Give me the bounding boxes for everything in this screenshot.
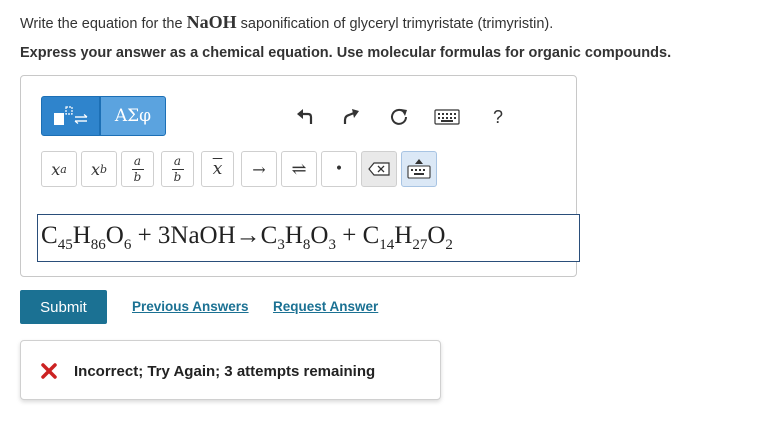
undo-icon[interactable]	[294, 106, 316, 128]
reset-icon[interactable]	[388, 106, 410, 128]
mixed-num: a	[173, 153, 182, 168]
subscript-sub: b	[99, 162, 108, 176]
vector-key[interactable]: x	[201, 151, 234, 187]
answer-part: H	[72, 222, 91, 249]
vector-label: x	[212, 159, 223, 179]
request-answer-link[interactable]: Request Answer	[273, 299, 378, 314]
dot-key[interactable]: •	[321, 151, 357, 187]
keyboard-toggle-key[interactable]	[401, 151, 437, 187]
answer-subscript: 45	[57, 237, 73, 253]
answer-part: + C	[335, 222, 380, 249]
answer-subscript: 2	[445, 237, 453, 253]
prompt-text-after: saponification of glyceryl trimyristate …	[236, 16, 554, 32]
answer-part: H	[394, 222, 413, 249]
equilibrium-arrow-key[interactable]: ⇌	[281, 151, 317, 187]
superscript-key[interactable]: xa	[41, 151, 77, 187]
answer-part: C	[41, 222, 58, 249]
equation-editor: ΑΣφ ? xa xb ab ab x → ⇌ • C45H86O6 + 3Na…	[20, 75, 580, 277]
mixed-fraction-key[interactable]: ab	[161, 151, 194, 187]
template-mode-button[interactable]	[41, 96, 100, 136]
answer-instruction: Express your answer as a chemical equati…	[20, 45, 672, 61]
answer-subscript: 14	[379, 237, 395, 253]
submit-button[interactable]: Submit	[20, 290, 107, 324]
help-icon[interactable]: ?	[487, 106, 509, 128]
answer-part: + 3NaOH→C	[131, 222, 278, 249]
reaction-arrow-key[interactable]: →	[241, 151, 277, 187]
answer-subscript: 86	[90, 237, 106, 253]
superscript-exp: a	[60, 162, 67, 176]
keyboard-icon[interactable]	[434, 106, 460, 128]
answer-part: O	[310, 222, 329, 249]
backspace-icon	[368, 162, 390, 176]
subscript-key[interactable]: xb	[81, 151, 117, 187]
mixed-den: b	[173, 169, 182, 184]
answer-subscript: 3	[328, 237, 336, 253]
prompt-text-before: Write the equation for the	[20, 16, 187, 32]
fraction-den: b	[133, 169, 142, 184]
redo-icon[interactable]	[341, 106, 363, 128]
prompt-chemical: NaOH	[186, 12, 237, 32]
fraction-key[interactable]: ab	[121, 151, 154, 187]
question-prompt: Write the equation for the NaOH saponifi…	[20, 12, 553, 33]
answer-part: H	[284, 222, 303, 249]
answer-part: O	[105, 222, 124, 249]
feedback-message: Incorrect; Try Again; 3 attempts remaini…	[74, 363, 376, 380]
feedback-box: Incorrect; Try Again; 3 attempts remaini…	[20, 340, 441, 400]
superscript-base: x	[51, 159, 61, 179]
previous-answers-link[interactable]: Previous Answers	[132, 299, 249, 314]
subscript-base: x	[90, 159, 100, 179]
incorrect-icon	[41, 363, 57, 379]
answer-subscript: 3	[277, 237, 285, 253]
answer-subscript: 27	[412, 237, 428, 253]
answer-equation: C45H86O6 + 3NaOH→C3H8O3 + C14H27O2	[41, 222, 453, 254]
template-icon	[53, 106, 87, 125]
backspace-key[interactable]	[361, 151, 397, 187]
answer-input[interactable]: C45H86O6 + 3NaOH→C3H8O3 + C14H27O2	[37, 214, 580, 262]
fraction-num: a	[133, 153, 142, 168]
greek-mode-button[interactable]: ΑΣφ	[100, 96, 166, 136]
keyboard-toggle-icon	[407, 159, 431, 179]
answer-part: O	[427, 222, 446, 249]
